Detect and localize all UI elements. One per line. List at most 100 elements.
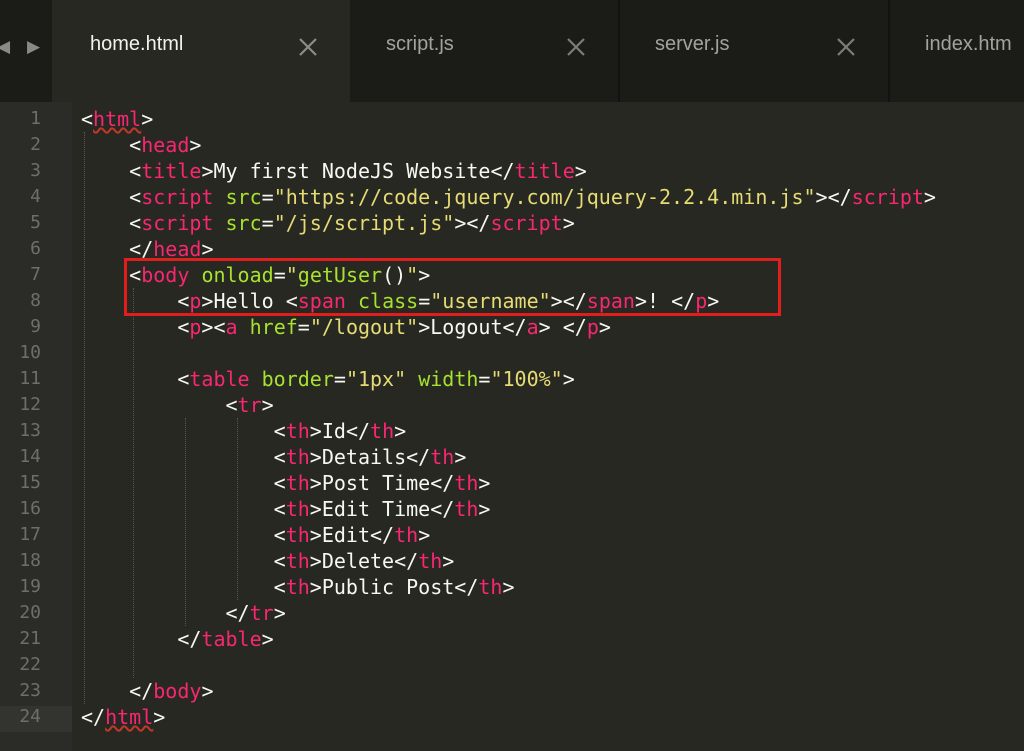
tag-name: a (526, 315, 539, 339)
code-line[interactable]: </tr> (81, 600, 286, 626)
string-literal: "/logout" (309, 315, 419, 339)
punctuation: < (129, 159, 142, 183)
close-icon[interactable] (296, 35, 320, 59)
code-line[interactable]: <th>Id</th> (81, 418, 407, 444)
punctuation: </ (225, 601, 250, 625)
triangle-left-icon[interactable]: ◀ (0, 30, 10, 64)
code-line[interactable]: <th>Edit</th> (81, 522, 431, 548)
tag-name: script (141, 185, 214, 209)
punctuation: </ (370, 523, 395, 547)
string-literal: "https://code.jquery.com/jquery-2.2.4.mi… (273, 185, 816, 209)
string-literal: "100%" (490, 367, 563, 391)
punctuation: = (261, 211, 274, 235)
code-line[interactable]: <p><a href="/logout">Logout</a> </p> (81, 314, 611, 340)
tag-name: th (285, 419, 310, 443)
code-line[interactable]: <html> (81, 106, 153, 132)
line-number: 8 (30, 290, 41, 311)
tag-name: title (514, 159, 575, 183)
punctuation: > (189, 133, 202, 157)
punctuation: > (201, 159, 214, 183)
close-icon[interactable] (564, 35, 588, 59)
punctuation: > (478, 471, 491, 495)
tag-name: title (141, 159, 202, 183)
punctuation: < (273, 497, 286, 521)
line-number: 13 (19, 420, 41, 441)
tab-index-html[interactable]: index.htm (890, 0, 1024, 102)
punctuation: > (309, 419, 322, 443)
punctuation: </ (81, 705, 106, 729)
code-line[interactable]: <th>Edit Time</th> (81, 496, 491, 522)
tab-label: home.html (90, 33, 184, 55)
tag-name: tr (249, 601, 274, 625)
tag-name: th (478, 575, 503, 599)
punctuation: > (562, 211, 575, 235)
tag-name: table (201, 627, 262, 651)
punctuation: > (923, 185, 936, 209)
tag-name: tr (237, 393, 262, 417)
code-line[interactable]: <th>Post Time</th> (81, 470, 491, 496)
code-line[interactable]: <head> (81, 132, 201, 158)
tab-label: server.js (655, 33, 730, 55)
punctuation: > (598, 315, 611, 339)
text-content: Public Post (321, 575, 455, 599)
code-line[interactable]: <table border="1px" width="100%"> (81, 366, 575, 392)
line-number: 20 (19, 602, 41, 623)
tab-home-html[interactable]: home.html (52, 0, 350, 102)
line-number: 15 (19, 472, 41, 493)
punctuation: < (273, 445, 286, 469)
attribute-name: width (418, 367, 479, 391)
line-number: 10 (19, 342, 41, 363)
triangle-right-icon[interactable]: ▶ (27, 30, 40, 64)
punctuation: > (261, 393, 274, 417)
code-line[interactable]: <th>Public Post</th> (81, 574, 515, 600)
line-number: 18 (19, 550, 41, 571)
code-line[interactable]: <script src="https://code.jquery.com/jqu… (81, 184, 936, 210)
punctuation: > (201, 679, 214, 703)
code-area[interactable]: <html> <head> <title>My first NodeJS Web… (72, 102, 1024, 751)
line-number: 24 (19, 706, 41, 727)
punctuation: > (309, 497, 322, 521)
punctuation: </ (502, 315, 527, 339)
code-line[interactable]: </body> (81, 678, 213, 704)
tag-name: p (189, 315, 202, 339)
code-line[interactable]: <title>My first NodeJS Website</title> (81, 158, 587, 184)
code-line[interactable]: </html> (81, 704, 165, 730)
code-line[interactable]: </table> (81, 626, 273, 652)
line-number: 21 (19, 628, 41, 649)
string-literal: "1px" (345, 367, 407, 391)
code-line[interactable]: <script src="/js/script.js"></script> (81, 210, 575, 236)
tab-server-js[interactable]: server.js (620, 0, 888, 102)
text-content: Edit Time (321, 497, 431, 521)
punctuation: </ (129, 679, 154, 703)
line-number: 11 (19, 368, 41, 389)
text-content: Details (321, 445, 407, 469)
code-line[interactable]: <th>Delete</th> (81, 548, 455, 574)
tag-name: head (141, 133, 190, 157)
line-number: 7 (30, 264, 41, 285)
punctuation: > (562, 367, 575, 391)
code-line[interactable]: <tr> (81, 392, 274, 418)
punctuation: > (141, 107, 154, 131)
close-icon[interactable] (834, 35, 858, 59)
tag-name: p (586, 315, 599, 339)
punctuation: </ (406, 445, 431, 469)
tag-name: body (153, 679, 202, 703)
punctuation: </ (430, 471, 455, 495)
line-number: 17 (19, 524, 41, 545)
punctuation: >< (201, 315, 226, 339)
punctuation: < (225, 393, 238, 417)
punctuation: > (502, 575, 515, 599)
code-line[interactable]: <th>Details</th> (81, 444, 467, 470)
tag-name: th (285, 549, 310, 573)
tab-script-js[interactable]: script.js (350, 0, 618, 102)
